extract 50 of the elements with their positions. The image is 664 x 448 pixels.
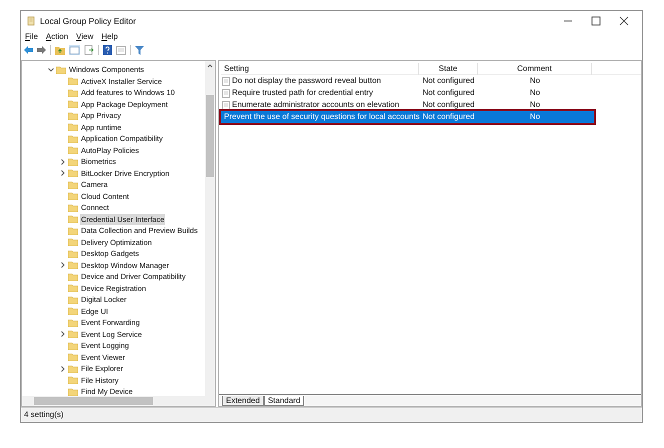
help-icon[interactable] — [103, 45, 112, 55]
column-header[interactable]: Comment — [478, 62, 592, 74]
tab[interactable]: Extended — [222, 396, 264, 406]
scroll-thumb[interactable] — [34, 397, 153, 405]
back-icon[interactable] — [24, 46, 33, 54]
menu-item[interactable]: Help — [101, 31, 118, 43]
table-row[interactable]: Do not display the password reveal button Not configured No — [221, 75, 594, 87]
menu-item[interactable]: File — [25, 31, 38, 43]
state-text: Not configured — [421, 75, 476, 87]
close-icon[interactable] — [619, 16, 629, 26]
scroll-icon — [26, 16, 36, 26]
setting-name: Require trusted path for credential entry — [232, 87, 373, 99]
maximize-icon[interactable] — [591, 16, 601, 26]
policy-icon — [222, 100, 230, 110]
chevron-right-icon[interactable] — [60, 331, 66, 338]
menu-item[interactable]: View — [76, 31, 94, 43]
state-text: Not configured — [421, 111, 476, 123]
policy-icon — [222, 88, 230, 98]
table-row[interactable]: Enumerate administrator accounts on elevation Not configured No — [221, 99, 594, 111]
scroll-thumb[interactable] — [206, 95, 214, 177]
setting-name: Do not display the password reveal button — [232, 75, 381, 87]
vertical-scrollbar[interactable] — [205, 61, 215, 396]
chevron-down-icon[interactable] — [48, 66, 54, 73]
menu-item[interactable]: Action — [46, 31, 68, 43]
column-header[interactable]: State — [419, 62, 478, 74]
comment-text: No — [528, 87, 542, 99]
forward-icon[interactable] — [37, 46, 46, 54]
column-header[interactable]: Setting — [221, 62, 419, 74]
filter-icon[interactable] — [135, 46, 144, 54]
table-row[interactable]: Require trusted path for credential entry Not configured No — [221, 87, 594, 99]
scroll-up-icon[interactable] — [207, 63, 213, 69]
chevron-right-icon[interactable] — [60, 262, 66, 268]
table-row[interactable]: Prevent the use of security questions for local accounts Not configured No — [221, 111, 594, 123]
folder-up-icon[interactable] — [55, 46, 65, 54]
export-list-icon[interactable] — [84, 45, 94, 55]
window-title: Local Group Policy Editor — [40, 14, 136, 28]
chevron-right-icon[interactable] — [60, 366, 66, 372]
comment-text: No — [528, 75, 542, 87]
chevron-right-icon[interactable] — [60, 170, 66, 176]
setting-name: Enumerate administrator accounts on elevation — [232, 99, 400, 111]
comment-text: No — [528, 99, 542, 111]
state-text: Not configured — [421, 99, 476, 111]
horizontal-scrollbar[interactable] — [22, 396, 215, 406]
comment-text: No — [528, 111, 542, 123]
status-text: 4 setting(s) — [24, 409, 64, 421]
setting-name: Prevent the use of security questions for local accounts — [224, 111, 420, 123]
state-text: Not configured — [421, 87, 476, 99]
tab[interactable]: Standard — [264, 396, 304, 406]
chevron-right-icon[interactable] — [60, 158, 66, 165]
policy-icon — [222, 76, 230, 86]
